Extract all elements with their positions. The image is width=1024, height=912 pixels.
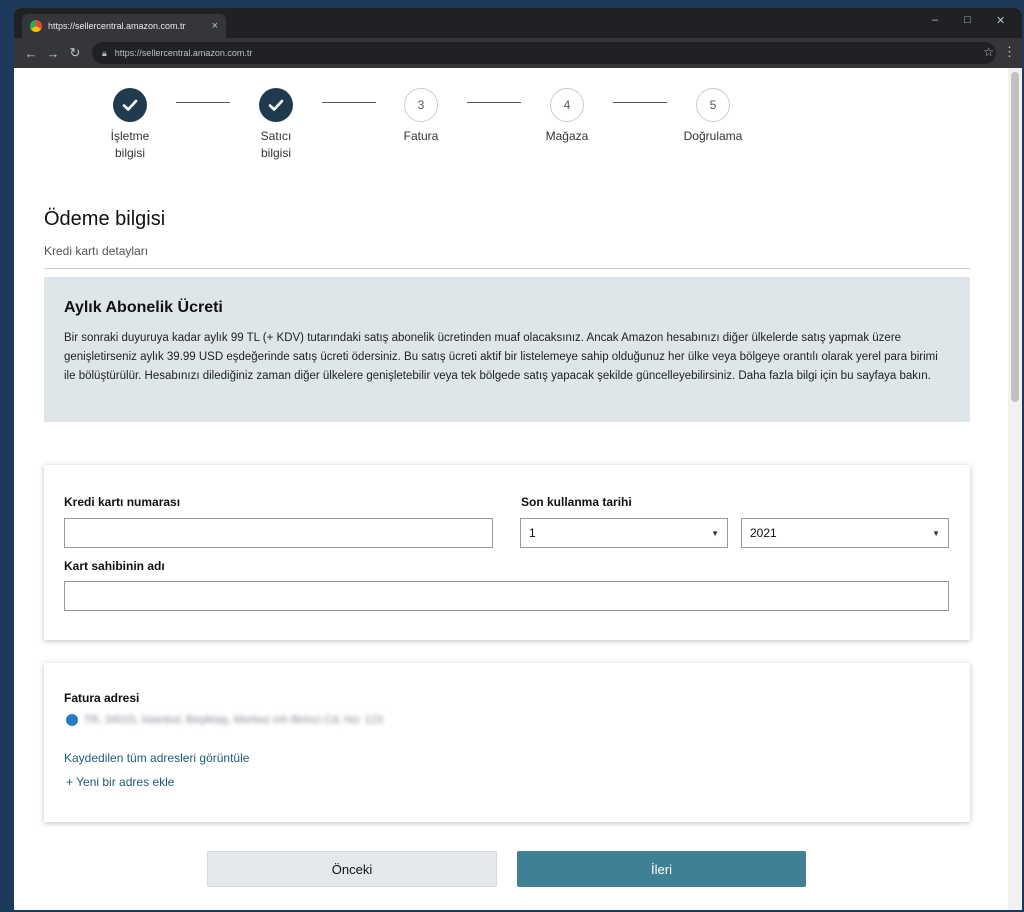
tab-title: https://sellercentral.amazon.com.tr [48,21,186,31]
page-scrollbar[interactable] [1008,68,1022,910]
billing-address-card: Fatura adresi TR, 34015, İstanbul, Beşik… [44,663,970,822]
saved-address-text: TR, 34015, İstanbul, Beşiktaş, Merkez mh… [84,714,383,726]
step-label: İşletme [110,129,150,143]
browser-tab[interactable]: https://sellercentral.amazon.com.tr × [22,14,226,38]
address-bar-url: https://sellercentral.amazon.com.tr [114,48,253,58]
expiry-label: Son kullanma tarihi [521,495,632,509]
step-seller-info: Satıcı bilgisi [216,88,336,162]
divider [44,268,970,269]
step-billing: 3 Fatura [361,88,481,145]
step-business-info: İşletme bilgisi [70,88,190,162]
page-content: İşletme bilgisi Satıcı bilgisi 3 Fatura 4 … [14,68,1008,910]
add-new-address-link[interactable]: + Yeni bir adres ekle [66,775,174,789]
step-label: Satıcı [260,129,292,143]
browser-titlebar: https://sellercentral.amazon.com.tr × – … [14,8,1022,38]
close-window-icon[interactable]: ✕ [996,14,1005,27]
expiry-month-select[interactable]: 1 ▼ [520,518,728,548]
card-number-label: Kredi kartı numarası [64,495,181,509]
step-label: bilgisi [114,146,145,160]
subscription-info-box: Aylık Abonelik Ücreti Bir sonraki duyuru… [44,277,970,422]
step-number: 5 [696,88,730,122]
browser-menu-icon[interactable]: ⋮ [1003,44,1016,60]
step-label: Fatura [403,129,439,143]
step-label: bilgisi [260,146,291,160]
subscription-title: Aylık Abonelik Ücreti [64,299,223,316]
expiry-month-value: 1 [529,526,536,540]
reload-icon[interactable]: ↻ [64,45,86,61]
card-holder-input[interactable] [64,581,949,611]
step-number: 3 [404,88,438,122]
step-label: Mağaza [545,129,589,143]
bookmark-star-icon[interactable]: ☆ [983,45,994,59]
browser-toolbar: ← → ↻ 🔒︎ https://sellercentral.amazon.co… [14,38,1022,68]
step-label: Doğrulama [683,129,743,143]
caret-down-icon: ▼ [932,528,940,538]
page-subtitle: Kredi kartı detayları [44,244,149,258]
billing-address-title: Fatura adresi [64,691,140,705]
favicon-icon [30,20,42,32]
back-arrow-icon[interactable]: ← [20,46,42,61]
saved-address-option[interactable]: TR, 34015, İstanbul, Beşiktaş, Merkez mh… [66,714,383,726]
view-all-addresses-link[interactable]: Kaydedilen tüm adresleri görüntüle [64,751,249,765]
scrollbar-thumb[interactable] [1011,72,1019,402]
card-number-input[interactable] [64,518,493,548]
expiry-year-value: 2021 [750,526,777,540]
browser-window: https://sellercentral.amazon.com.tr × – … [14,8,1022,910]
step-check-icon [113,88,147,122]
expiry-year-select[interactable]: 2021 ▼ [741,518,949,548]
previous-button[interactable]: Önceki [207,851,497,887]
caret-down-icon: ▼ [711,528,719,538]
step-store: 4 Mağaza [507,88,627,145]
card-holder-label: Kart sahibinin adı [64,559,165,573]
forward-arrow-icon[interactable]: → [42,46,64,61]
credit-card-form: Kredi kartı numarası Son kullanma tarihi… [44,465,970,640]
step-number: 4 [550,88,584,122]
subscription-body: Bir sonraki duyuruya kadar aylık 99 TL (… [64,332,938,382]
radio-selected-icon[interactable] [66,714,78,726]
step-verification: 5 Doğrulama [653,88,773,145]
minimize-icon[interactable]: – [932,14,938,26]
progress-stepper: İşletme bilgisi Satıcı bilgisi 3 Fatura 4 … [14,68,1008,178]
lock-icon: 🔒︎ [102,47,107,58]
tab-close-icon[interactable]: × [212,20,218,32]
step-check-icon [259,88,293,122]
maximize-icon[interactable]: □ [964,14,971,26]
next-button[interactable]: İleri [517,851,806,887]
page-title: Ödeme bilgisi [44,208,166,230]
address-bar[interactable]: 🔒︎ https://sellercentral.amazon.com.tr [92,42,996,64]
